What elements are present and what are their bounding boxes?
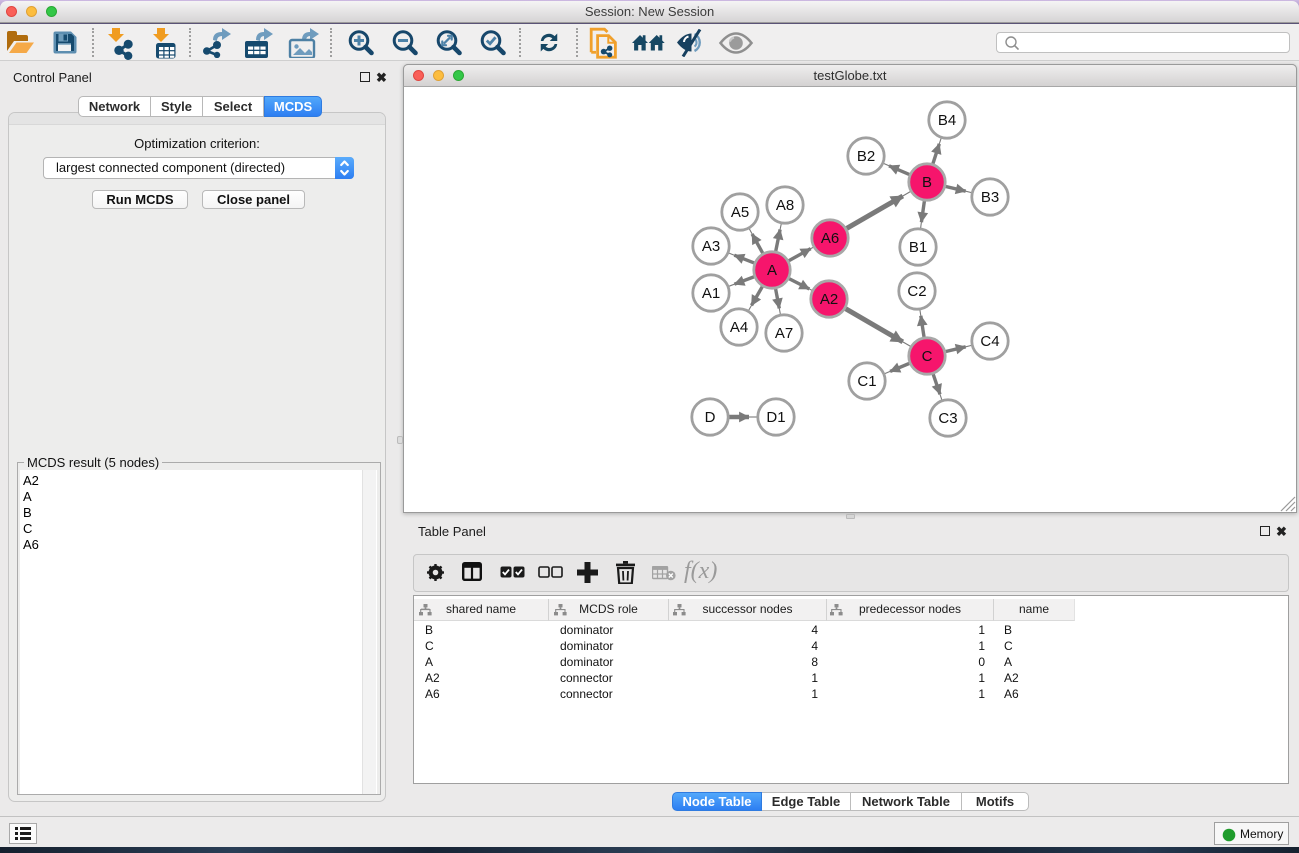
- svg-text:B: B: [922, 174, 932, 191]
- svg-text:A3: A3: [702, 238, 720, 255]
- svg-text:A5: A5: [731, 204, 749, 221]
- svg-text:A7: A7: [775, 325, 793, 342]
- svg-text:A6: A6: [821, 230, 839, 247]
- svg-text:B2: B2: [857, 148, 875, 165]
- svg-text:D: D: [705, 409, 716, 426]
- svg-text:C3: C3: [938, 410, 957, 427]
- svg-text:C4: C4: [980, 333, 999, 350]
- svg-text:C: C: [922, 348, 933, 365]
- svg-text:A1: A1: [702, 285, 720, 302]
- svg-text:A4: A4: [730, 319, 748, 336]
- svg-text:A: A: [767, 262, 777, 279]
- svg-text:A8: A8: [776, 197, 794, 214]
- svg-text:A2: A2: [820, 291, 838, 308]
- svg-text:C2: C2: [907, 283, 926, 300]
- svg-text:B1: B1: [909, 239, 927, 256]
- svg-text:B3: B3: [981, 189, 999, 206]
- svg-text:C1: C1: [857, 373, 876, 390]
- svg-text:D1: D1: [766, 409, 785, 426]
- svg-text:B4: B4: [938, 112, 956, 129]
